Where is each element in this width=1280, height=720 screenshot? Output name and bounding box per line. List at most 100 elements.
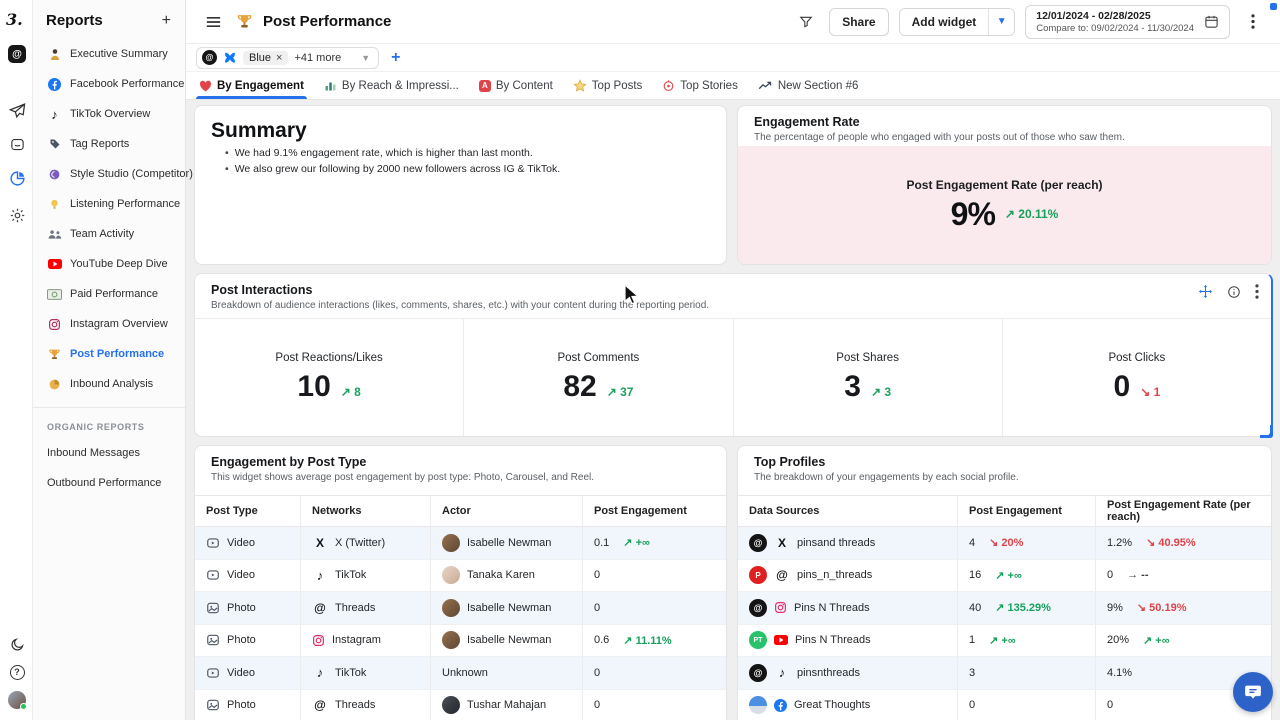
new-report-button[interactable]: + xyxy=(162,13,171,29)
bluesky-butterfly-icon xyxy=(223,52,237,64)
compare-range-value: Compare to: 09/02/2024 - 11/30/2024 xyxy=(1036,23,1194,34)
filter-funnel-icon[interactable] xyxy=(793,9,819,35)
metric-label: Post Engagement Rate (per reach) xyxy=(906,178,1102,192)
profile-avatar: PT xyxy=(749,631,767,649)
widget-title: Post Interactions xyxy=(211,283,1255,297)
workspace-icon[interactable]: @ xyxy=(7,44,27,64)
x-icon: X xyxy=(774,536,790,550)
user-avatar[interactable] xyxy=(7,690,27,710)
publish-paper-plane-icon[interactable] xyxy=(7,100,27,120)
page-title: Post Performance xyxy=(263,13,391,30)
sidebar-item-inbound-messages[interactable]: Inbound Messages xyxy=(33,438,185,468)
notification-dot xyxy=(1270,3,1277,10)
summary-title: Summary xyxy=(211,119,710,143)
dark-mode-moon-icon[interactable] xyxy=(7,634,27,654)
help-icon[interactable]: ? xyxy=(7,662,27,682)
sidebar-item-tag-reports[interactable]: Tag Reports xyxy=(33,129,185,159)
tab-by-engagement[interactable]: By Engagement xyxy=(190,72,313,99)
table-row: Video ♪TikTok Tanaka Karen 0 xyxy=(195,560,726,593)
sidebar-title: Reports xyxy=(46,12,103,29)
sidebar-item-listening-performance[interactable]: Listening Performance xyxy=(33,189,185,219)
x-icon: X xyxy=(312,536,328,550)
tiktok-icon: ♪ xyxy=(47,107,62,122)
profile-avatar: P xyxy=(749,566,767,584)
profile-avatar xyxy=(749,696,767,714)
table-row: Video ♪TikTok Unknown 0 xyxy=(195,657,726,690)
add-widget-button[interactable]: Add widget xyxy=(900,9,989,35)
add-widget-chevron-down-icon[interactable]: ▼ xyxy=(988,9,1014,35)
sidebar-item-youtube-deep-dive[interactable]: YouTube Deep Dive xyxy=(33,249,185,279)
widget-kebab-icon[interactable] xyxy=(1255,284,1259,299)
sidebar-item-post-performance[interactable]: Post Performance xyxy=(33,339,185,369)
sidebar-item-paid-performance[interactable]: Paid Performance xyxy=(33,279,185,309)
trend-icon xyxy=(758,80,773,91)
sidebar-item-facebook-performance[interactable]: Facebook Performance xyxy=(33,69,185,99)
metric-post-clicks: Post Clicks 0↘ 1 xyxy=(1002,319,1271,436)
table-row: Video XX (Twitter) Isabelle Newman 0.1↗ … xyxy=(195,527,726,560)
tab-new-section-6[interactable]: New Section #6 xyxy=(749,72,868,99)
table-row: PTPins N Threads 1↗ +∞ 20%↗ +∞ xyxy=(738,625,1271,658)
banknote-icon xyxy=(47,289,62,300)
add-filter-button[interactable]: + xyxy=(391,49,400,67)
sidebar-item-instagram-overview[interactable]: Instagram Overview xyxy=(33,309,185,339)
metric-value: 9% xyxy=(951,196,995,233)
tab-top-stories[interactable]: Top Stories xyxy=(653,72,747,99)
table-row: P@pins_n_threads 16↗ +∞ 0→ -- xyxy=(738,560,1271,593)
sidebar-item-tiktok-overview[interactable]: ♪ TikTok Overview xyxy=(33,99,185,129)
brand-logo: 3. xyxy=(6,10,23,29)
threads-icon: @ xyxy=(312,601,328,615)
chat-icon xyxy=(1244,683,1262,701)
video-icon xyxy=(206,536,220,550)
widget-subtitle: This widget shows average post engagemen… xyxy=(211,472,710,483)
star-icon xyxy=(573,79,587,92)
tab-top-posts[interactable]: Top Posts xyxy=(564,72,652,99)
avatar xyxy=(442,696,460,714)
bar-chart-icon xyxy=(324,80,337,91)
more-options-kebab-icon[interactable] xyxy=(1240,9,1266,35)
top-profiles-widget: Top Profiles The breakdown of your engag… xyxy=(737,445,1272,720)
reports-pie-icon[interactable] xyxy=(7,168,27,188)
inbox-icon[interactable] xyxy=(7,134,27,154)
chip-chevron-down-icon[interactable]: ▼ xyxy=(361,53,370,63)
remove-filter-icon[interactable]: × xyxy=(276,52,282,64)
avatar xyxy=(442,599,460,617)
tab-by-reach-impressions[interactable]: By Reach & Impressi... xyxy=(315,72,468,99)
share-button[interactable]: Share xyxy=(829,8,888,36)
sidebar-section-organic-reports: ORGANIC REPORTS xyxy=(33,414,185,438)
date-range-picker[interactable]: 12/01/2024 - 02/28/2025 Compare to: 09/0… xyxy=(1025,5,1230,39)
filter-value-pill: Blue × xyxy=(243,51,288,65)
move-widget-icon[interactable] xyxy=(1198,284,1213,299)
sidebar-item-outbound-performance[interactable]: Outbound Performance xyxy=(33,468,185,498)
widget-subtitle: The percentage of people who engaged wit… xyxy=(754,132,1255,143)
report-canvas: Summary •We had 9.1% engagement rate, wh… xyxy=(186,100,1280,720)
widget-title: Top Profiles xyxy=(754,455,1255,469)
profile-avatar: @ xyxy=(749,664,767,682)
tab-by-content[interactable]: A By Content xyxy=(470,72,562,99)
instagram-icon xyxy=(312,634,325,647)
info-icon[interactable] xyxy=(1227,285,1241,299)
filter-chips-bar: @ Blue × +41 more ▼ + xyxy=(186,44,1280,72)
sidebar-item-style-studio[interactable]: Style Studio (Competitor) xyxy=(33,159,185,189)
more-filters-label: +41 more xyxy=(294,52,341,64)
summary-bullet: •We had 9.1% engagement rate, which is h… xyxy=(211,147,710,159)
photo-icon xyxy=(206,633,220,647)
widget-title: Engagement Rate xyxy=(754,115,1255,129)
threads-icon: @ xyxy=(312,698,328,712)
profile-filter-chip[interactable]: @ Blue × +41 more ▼ xyxy=(196,47,379,69)
sidebar-item-inbound-analysis[interactable]: Inbound Analysis xyxy=(33,369,185,399)
profile-avatar: @ xyxy=(749,599,767,617)
tiktok-icon: ♪ xyxy=(312,568,328,583)
engagement-by-post-type-widget: Engagement by Post Type This widget show… xyxy=(194,445,727,720)
chat-bubble-button[interactable] xyxy=(1233,672,1273,712)
engagement-rate-body: Post Engagement Rate (per reach) 9% ↗ 20… xyxy=(738,146,1271,264)
table-row: Photo Instagram Isabelle Newman 0.6↗ 11.… xyxy=(195,625,726,658)
sidebar-item-team-activity[interactable]: Team Activity xyxy=(33,219,185,249)
youtube-icon xyxy=(47,259,62,269)
add-widget-split-button: Add widget ▼ xyxy=(899,8,1016,36)
resize-handle[interactable] xyxy=(1260,425,1273,438)
team-icon xyxy=(47,229,62,240)
settings-gear-icon[interactable] xyxy=(7,205,27,225)
stopwatch-icon xyxy=(662,79,675,92)
collapse-sidebar-button[interactable] xyxy=(200,9,226,35)
sidebar-item-executive-summary[interactable]: Executive Summary xyxy=(33,39,185,69)
